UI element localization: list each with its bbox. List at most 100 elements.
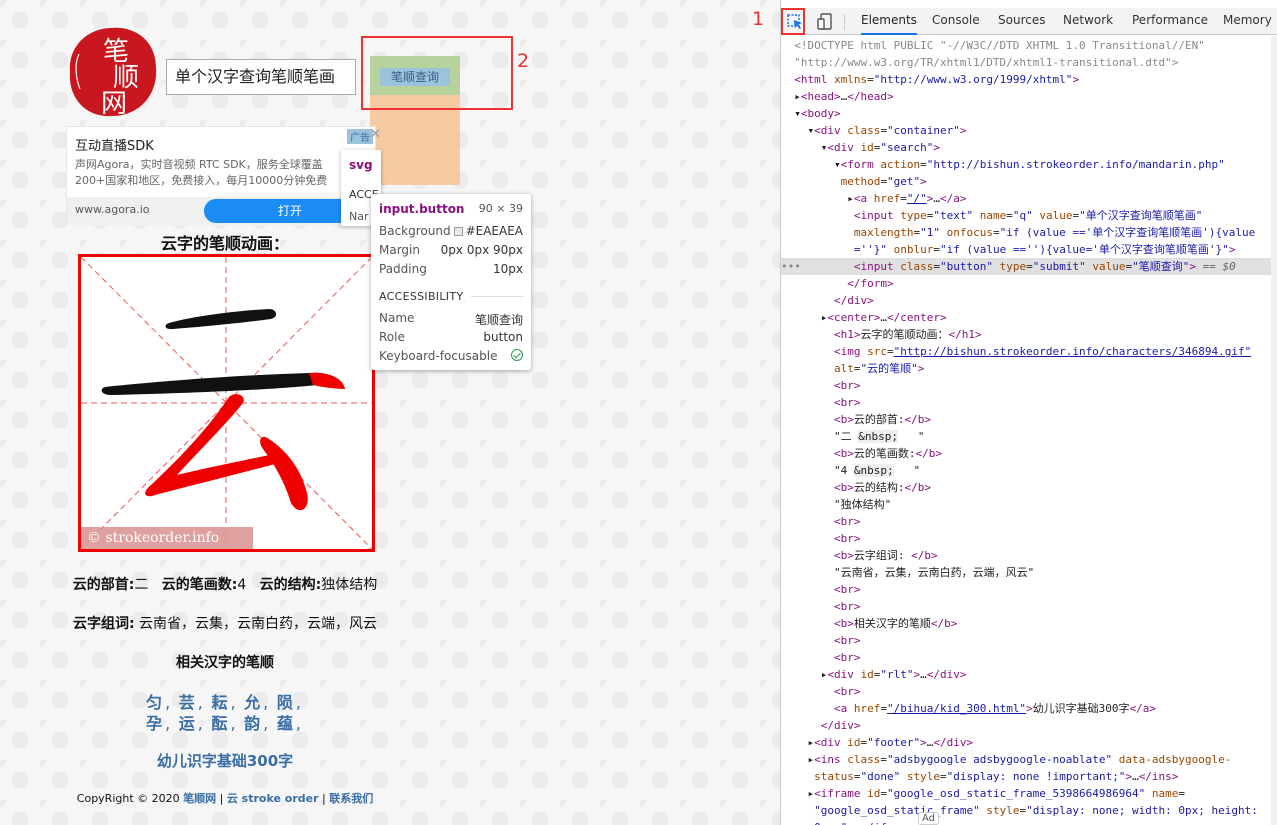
dom-line[interactable]: ▸<div id="footer">…</div> (781, 734, 1271, 751)
dom-line[interactable]: </form> (781, 275, 1271, 292)
annotation-label-1: 1 (752, 8, 765, 30)
dom-line[interactable]: <html xmlns="http://www.w3.org/1999/xhtm… (781, 71, 1271, 88)
device-toolbar-icon[interactable] (814, 11, 836, 33)
dom-line[interactable]: 0px;">…</iframe> (781, 819, 1271, 825)
words-label: 云字组词: (72, 616, 135, 632)
character-grid (81, 257, 372, 549)
tooltip-key: Margin (379, 243, 420, 257)
dom-line[interactable]: <input type="text" name="q" value="单个汉字查… (781, 207, 1271, 224)
dom-line[interactable]: <b>云的部首:</b> (781, 411, 1271, 428)
dom-line[interactable]: ▸<ins class="adsbygoogle adsbygoogle-noa… (781, 751, 1271, 768)
site-logo[interactable]: 笔 顺 网 (64, 24, 160, 120)
character-info: 云的部首:二 云的笔画数:4 云的结构:独体结构 (0, 574, 450, 594)
stroke-animation-image: © strokeorder.info (78, 254, 375, 552)
dom-line[interactable]: </div> (781, 717, 1271, 734)
ad-banner[interactable]: 互动直播SDK 广告 ✕ 声网Agora，实时音视频 RTC SDK，服务全球覆… (66, 126, 381, 225)
dom-line[interactable]: <a href="/bihua/kid_300.html">幼儿识字基础300字… (781, 700, 1271, 717)
related-row-2: 孕, 运, 酝, 韵, 蕴, (146, 714, 301, 733)
dom-line[interactable]: <br> (781, 632, 1271, 649)
dom-line[interactable]: <br> (781, 683, 1271, 700)
ad-footer: www.agora.io 打开 (67, 197, 377, 225)
ad-title[interactable]: 互动直播SDK (75, 135, 154, 154)
dom-line[interactable]: ▸<head>…</head> (781, 88, 1271, 105)
dom-line[interactable]: <b>云的笔画数:</b> (781, 445, 1271, 462)
tab-elements[interactable]: Elements (861, 13, 917, 35)
watermark: © strokeorder.info (81, 527, 253, 549)
dom-line[interactable]: "云南省，云集，云南白药，云端，风云" (781, 564, 1271, 581)
dom-line[interactable]: "独体结构" (781, 496, 1271, 513)
dom-tree[interactable]: <!DOCTYPE html PUBLIC "-//W3C//DTD XHTML… (781, 36, 1271, 825)
dom-line[interactable]: <br> (781, 394, 1271, 411)
dom-line[interactable]: alt="云的笔顺"> (781, 360, 1271, 377)
dom-line[interactable]: <h1>云字的笔顺动画：</h1> (781, 326, 1271, 343)
tab-sources[interactable]: Sources (998, 13, 1045, 35)
ad-chip: Ad (918, 812, 940, 825)
dom-line[interactable]: method="get"> (781, 173, 1271, 190)
dom-line[interactable]: <b>云的结构:</b> (781, 479, 1271, 496)
tab-network[interactable]: Network (1063, 13, 1113, 35)
dom-line-selected[interactable]: ••• <input class="button" type="submit" … (781, 258, 1271, 275)
words-value: 云南省，云集，云南白药，云端，风云 (139, 616, 378, 632)
dom-line[interactable]: <br> (781, 513, 1271, 530)
dom-line[interactable]: <br> (781, 530, 1271, 547)
scrollbar[interactable] (1271, 36, 1277, 825)
footer-link-stroke-order[interactable]: 云 stroke order (227, 792, 319, 805)
dom-line[interactable]: ▾<div id="search"> (781, 139, 1271, 156)
tooltip-row-margin: Margin 0px 0px 90px (379, 243, 523, 259)
dom-line[interactable]: <br> (781, 598, 1271, 615)
dom-line[interactable]: =''}" onblur="if (value ==''){value='单个汉… (781, 241, 1271, 258)
tooltip-svg-name: Nar (349, 210, 369, 223)
tooltip-section-accessibility: ACCESSIBILITY (379, 290, 464, 303)
dom-line[interactable]: ▸<div id="rlt">…</div> (781, 666, 1271, 683)
dom-line[interactable]: <img src="http://bishun.strokeorder.info… (781, 343, 1271, 360)
footer-link-home[interactable]: 笔顺网 (183, 792, 216, 805)
footer-link-contact[interactable]: 联系我们 (329, 792, 373, 805)
tab-console[interactable]: Console (932, 13, 980, 35)
inspector-tooltip: input.button 90 × 39 Background #EAEAEA … (371, 194, 531, 370)
dom-line[interactable]: <br> (781, 581, 1271, 598)
dom-line[interactable]: <b>云字组词: </b> (781, 547, 1271, 564)
annotation-label-2: 2 (517, 50, 530, 72)
dom-line[interactable]: maxlength="1" onfocus="if (value =='单个汉字… (781, 224, 1271, 241)
footer-separator: | (318, 792, 330, 805)
related-link[interactable]: 酝 (211, 714, 227, 733)
footer-separator: | (216, 792, 227, 805)
dom-line[interactable]: ▾<body> (781, 105, 1271, 122)
logo-char-3: 网 (101, 89, 127, 119)
dom-line[interactable]: ▸<iframe id="google_osd_static_frame_539… (781, 785, 1271, 802)
dom-line[interactable]: <br> (781, 377, 1271, 394)
web-page: 笔 顺 网 单个汉字查询笔顺笔画 笔顺查询 1 2 互动直播SDK 广告 ✕ 声… (0, 0, 780, 825)
color-swatch-icon (453, 227, 463, 236)
tooltip-value: 笔顺查询 (474, 313, 523, 327)
dom-line[interactable]: ▾<div class="container"> (781, 122, 1271, 139)
dom-line[interactable]: ▾<form action="http://bishun.strokeorder… (781, 156, 1271, 173)
related-link[interactable]: 孕 (146, 714, 162, 733)
dom-line[interactable]: <b>相关汉字的笔顺</b> (781, 615, 1271, 632)
dom-line[interactable]: "google_osd_static_frame" style="display… (781, 802, 1271, 819)
dom-line[interactable]: </div> (781, 292, 1271, 309)
tab-divider (844, 14, 845, 30)
copyright-text: CopyRight © 2020 (76, 792, 184, 805)
close-icon[interactable]: ✕ (370, 127, 381, 142)
tab-memory[interactable]: Memory (1223, 13, 1272, 35)
dom-line[interactable]: <!DOCTYPE html PUBLIC "-//W3C//DTD XHTML… (781, 37, 1271, 54)
footer: CopyRight © 2020 笔顺网 | 云 stroke order | … (0, 790, 450, 806)
related-link[interactable]: 韵 (244, 714, 260, 733)
dom-line[interactable]: ▸<center>…</center> (781, 309, 1271, 326)
dom-line[interactable]: ▸<a href="/">…</a> (781, 190, 1271, 207)
kid-characters-link[interactable]: 幼儿识字基础300字 (0, 750, 450, 771)
related-link[interactable]: 蕴 (277, 714, 293, 733)
tooltip-key: Padding (379, 262, 427, 276)
related-heading: 相关汉字的笔顺 (176, 655, 274, 671)
devtools-top-strip (781, 0, 1277, 8)
dom-line[interactable]: "二 &nbsp; " (781, 428, 1271, 445)
dom-line[interactable]: status="done" style="display: none !impo… (781, 768, 1271, 785)
strokes-value: 4 (237, 577, 247, 593)
search-input[interactable]: 单个汉字查询笔顺笔画 (166, 59, 356, 95)
tab-performance[interactable]: Performance (1132, 13, 1208, 35)
dom-line[interactable]: "http://www.w3.org/TR/xhtml1/DTD/xhtml1-… (781, 54, 1271, 71)
related-link[interactable]: 运 (179, 714, 195, 733)
dom-line[interactable]: <br> (781, 649, 1271, 666)
tooltip-svg-tag: svg (349, 158, 373, 172)
dom-line[interactable]: "4 &nbsp; " (781, 462, 1271, 479)
